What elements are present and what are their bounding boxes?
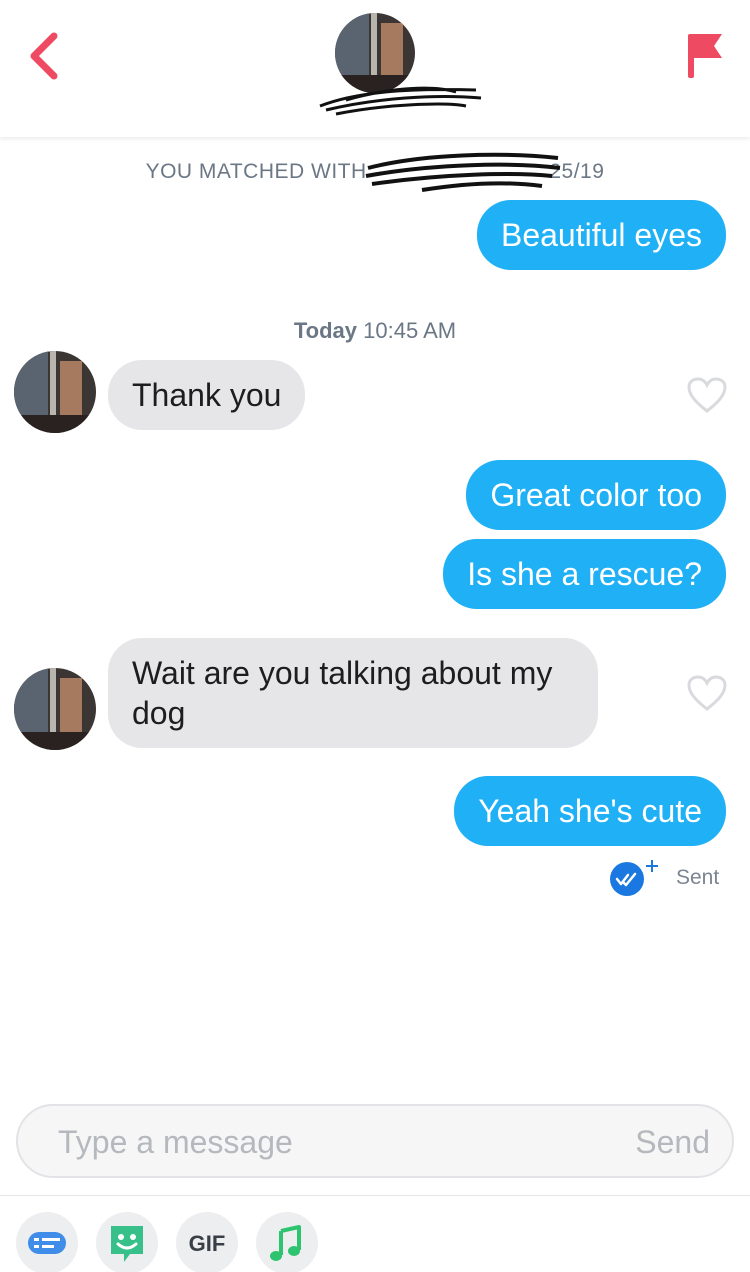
outgoing-message[interactable]: Great color too [466,460,726,530]
incoming-message[interactable]: Wait are you talking about my dog [108,638,598,748]
back-button[interactable] [22,30,66,82]
gif-icon: GIF [188,1231,226,1256]
read-receipt-check-icon[interactable] [608,858,662,898]
keyboard-chat-icon [28,1232,66,1254]
redacted-name-scribble [319,86,482,116]
timestamp-time: 10:45 AM [363,318,457,343]
message-text: Yeah she's cute [478,793,702,829]
sender-avatar[interactable] [14,351,96,433]
toolbar-divider [0,1195,750,1196]
music-button[interactable] [256,1212,318,1272]
message-input[interactable]: Type a message Send [16,1104,734,1178]
message-text: Beautiful eyes [500,217,702,253]
chat-header [0,0,750,137]
sticker-button[interactable] [96,1212,158,1272]
avatar-photo [14,668,96,750]
chat-screen: YOU MATCHED WITH 25/19 Beautiful eyes To… [0,0,750,1272]
redacted-match-scribble [365,152,561,192]
message-input-placeholder: Type a message [58,1124,293,1160]
message-text: Is she a rescue? [467,556,702,592]
message-text: Thank you [132,377,282,413]
like-heart-icon[interactable] [686,376,728,414]
gif-button[interactable]: GIF [176,1212,238,1272]
outgoing-message[interactable]: Is she a rescue? [443,539,726,609]
incoming-message[interactable]: Thank you [108,360,306,430]
sticker-icon [111,1226,143,1262]
message-text: Wait are you talking about my dog [132,655,553,731]
chevron-left-icon [30,32,58,80]
music-note-icon [270,1225,301,1261]
match-notice-text: YOU MATCHED WITH [145,160,367,183]
outgoing-message[interactable]: Beautiful eyes [476,200,726,270]
keyboard-chat-button[interactable] [16,1212,78,1272]
send-button[interactable]: Send [635,1124,710,1161]
sender-avatar[interactable] [14,668,96,750]
report-button[interactable] [684,30,726,80]
timestamp-day: Today [293,318,358,343]
like-heart-icon[interactable] [686,674,728,712]
sent-status: Sent [676,866,720,889]
outgoing-message[interactable]: Yeah she's cute [454,776,726,846]
message-text: Great color too [490,477,702,513]
avatar-photo [14,351,96,433]
report-flag-icon [688,34,722,78]
timestamp: Today 10:45 AM [0,318,750,344]
